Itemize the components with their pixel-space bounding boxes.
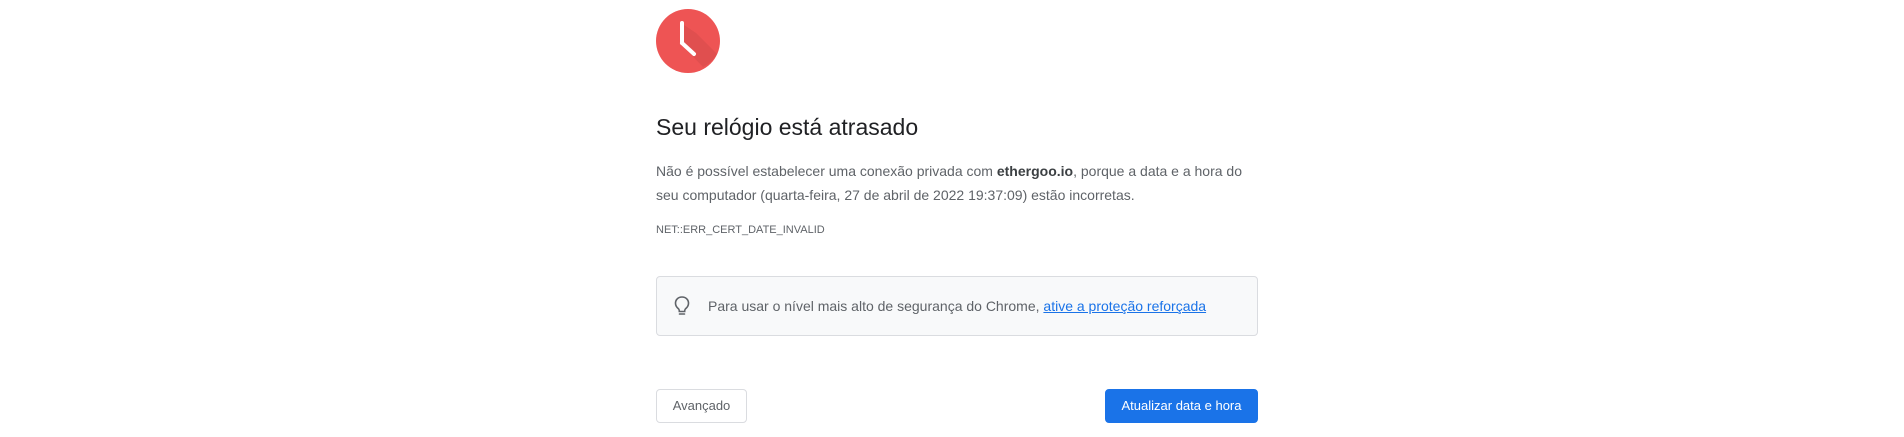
error-description-prefix: Não é possível estabelecer uma conexão p… (656, 163, 997, 179)
update-date-time-button[interactable]: Atualizar data e hora (1105, 389, 1258, 423)
error-description: Não é possível estabelecer uma conexão p… (656, 159, 1260, 207)
enhanced-protection-label: Para usar o nível mais alto de segurança… (708, 298, 1044, 314)
clock-icon (656, 9, 720, 73)
enhanced-protection-link[interactable]: ative a proteção reforçada (1043, 298, 1206, 314)
enhanced-protection-text: Para usar o nível mais alto de segurança… (708, 297, 1206, 315)
interstitial-page: Seu relógio está atrasado Não é possível… (0, 0, 1904, 437)
domain-name: ethergoo.io (996, 163, 1074, 179)
page-title: Seu relógio está atrasado (656, 114, 919, 140)
error-code: NET::ERR_CERT_DATE_INVALID (656, 224, 825, 236)
enhanced-protection-banner: Para usar o nível mais alto de segurança… (656, 276, 1258, 336)
advanced-button[interactable]: Avançado (656, 389, 747, 423)
lightbulb-icon (673, 295, 691, 317)
